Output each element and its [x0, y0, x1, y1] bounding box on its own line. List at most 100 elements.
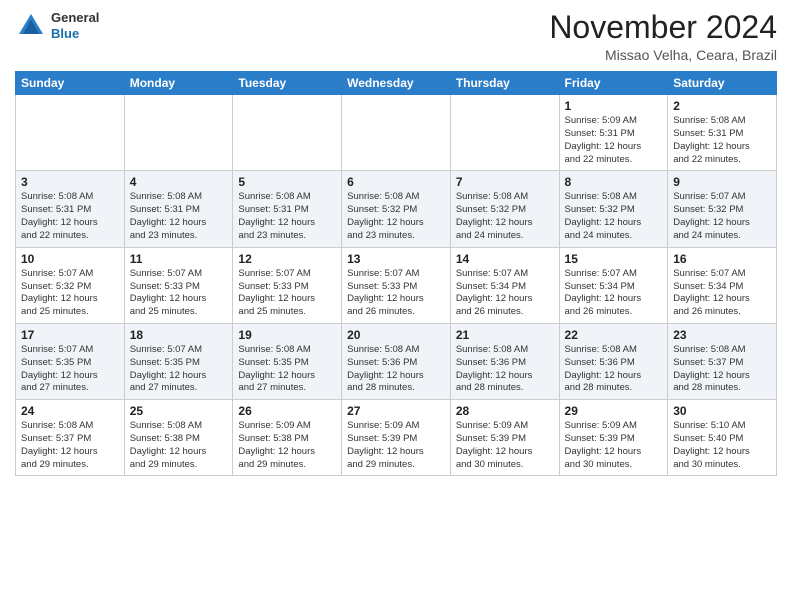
day-number: 17	[21, 328, 119, 342]
day-number: 6	[347, 175, 445, 189]
calendar-cell: 18 Sunrise: 5:07 AM Sunset: 5:35 PM Dayli…	[124, 323, 233, 399]
calendar-header-row: SundayMondayTuesdayWednesdayThursdayFrid…	[16, 72, 777, 95]
month-title: November 2024	[549, 10, 777, 45]
day-info: Sunrise: 5:08 AM Sunset: 5:35 PM Dayligh…	[238, 344, 336, 395]
day-info: Sunrise: 5:09 AM Sunset: 5:38 PM Dayligh…	[238, 420, 336, 471]
calendar-cell: 15Sunrise: 5:07 AM Sunset: 5:34 PM Dayli…	[559, 247, 668, 323]
calendar-cell: 16 Sunrise: 5:07 AM Sunset: 5:34 PM Dayli…	[668, 247, 777, 323]
calendar-week-row: 17 Sunrise: 5:07 AM Sunset: 5:35 PM Dayli…	[16, 323, 777, 399]
calendar-cell: 2 Sunrise: 5:08 AM Sunset: 5:31 PM Daylig…	[668, 95, 777, 171]
calendar-cell: 9 Sunrise: 5:07 AM Sunset: 5:32 PM Daylig…	[668, 171, 777, 247]
day-number: 9	[673, 175, 771, 189]
calendar-week-row: 10Sunrise: 5:07 AM Sunset: 5:32 PM Dayli…	[16, 247, 777, 323]
day-number: 27	[347, 404, 445, 418]
day-info: Sunrise: 5:09 AM Sunset: 5:39 PM Dayligh…	[565, 420, 663, 471]
day-number: 5	[238, 175, 336, 189]
day-number: 11	[130, 252, 228, 266]
day-number: 10	[21, 252, 119, 266]
calendar-cell: 3Sunrise: 5:08 AM Sunset: 5:31 PM Daylig…	[16, 171, 125, 247]
day-info: Sunrise: 5:08 AM Sunset: 5:32 PM Dayligh…	[456, 191, 554, 242]
day-info: Sunrise: 5:08 AM Sunset: 5:38 PM Dayligh…	[130, 420, 228, 471]
calendar-header-tuesday: Tuesday	[233, 72, 342, 95]
day-number: 12	[238, 252, 336, 266]
day-number: 2	[673, 99, 771, 113]
calendar-header-sunday: Sunday	[16, 72, 125, 95]
logo-general: General	[51, 10, 99, 26]
calendar-cell: 30Sunrise: 5:10 AM Sunset: 5:40 PM Dayli…	[668, 400, 777, 476]
day-info: Sunrise: 5:08 AM Sunset: 5:37 PM Dayligh…	[673, 344, 771, 395]
day-info: Sunrise: 5:07 AM Sunset: 5:32 PM Dayligh…	[673, 191, 771, 242]
day-info: Sunrise: 5:07 AM Sunset: 5:35 PM Dayligh…	[130, 344, 228, 395]
day-number: 26	[238, 404, 336, 418]
day-info: Sunrise: 5:09 AM Sunset: 5:39 PM Dayligh…	[347, 420, 445, 471]
day-number: 1	[565, 99, 663, 113]
calendar-cell	[16, 95, 125, 171]
calendar-header-wednesday: Wednesday	[342, 72, 451, 95]
calendar-cell: 20 Sunrise: 5:08 AM Sunset: 5:36 PM Dayli…	[342, 323, 451, 399]
calendar-cell: 5Sunrise: 5:08 AM Sunset: 5:31 PM Daylig…	[233, 171, 342, 247]
calendar-cell: 8 Sunrise: 5:08 AM Sunset: 5:32 PM Daylig…	[559, 171, 668, 247]
calendar-cell	[124, 95, 233, 171]
calendar-cell: 22Sunrise: 5:08 AM Sunset: 5:36 PM Dayli…	[559, 323, 668, 399]
calendar-cell: 7 Sunrise: 5:08 AM Sunset: 5:32 PM Daylig…	[450, 171, 559, 247]
day-info: Sunrise: 5:08 AM Sunset: 5:31 PM Dayligh…	[673, 115, 771, 166]
day-info: Sunrise: 5:09 AM Sunset: 5:39 PM Dayligh…	[456, 420, 554, 471]
day-number: 7	[456, 175, 554, 189]
day-info: Sunrise: 5:07 AM Sunset: 5:33 PM Dayligh…	[347, 268, 445, 319]
title-area: November 2024 Missao Velha, Ceara, Brazi…	[549, 10, 777, 63]
logo-blue: Blue	[51, 26, 99, 42]
calendar-cell: 13 Sunrise: 5:07 AM Sunset: 5:33 PM Dayli…	[342, 247, 451, 323]
day-number: 24	[21, 404, 119, 418]
day-number: 16	[673, 252, 771, 266]
day-info: Sunrise: 5:07 AM Sunset: 5:33 PM Dayligh…	[238, 268, 336, 319]
day-number: 21	[456, 328, 554, 342]
calendar-cell: 24 Sunrise: 5:08 AM Sunset: 5:37 PM Dayli…	[16, 400, 125, 476]
day-info: Sunrise: 5:08 AM Sunset: 5:37 PM Dayligh…	[21, 420, 119, 471]
day-number: 22	[565, 328, 663, 342]
calendar-cell: 29 Sunrise: 5:09 AM Sunset: 5:39 PM Dayli…	[559, 400, 668, 476]
calendar-week-row: 3Sunrise: 5:08 AM Sunset: 5:31 PM Daylig…	[16, 171, 777, 247]
day-number: 23	[673, 328, 771, 342]
day-info: Sunrise: 5:08 AM Sunset: 5:36 PM Dayligh…	[456, 344, 554, 395]
day-number: 8	[565, 175, 663, 189]
day-info: Sunrise: 5:07 AM Sunset: 5:34 PM Dayligh…	[456, 268, 554, 319]
logo: General Blue	[15, 10, 99, 42]
calendar-header-monday: Monday	[124, 72, 233, 95]
day-number: 19	[238, 328, 336, 342]
calendar-week-row: 1Sunrise: 5:09 AM Sunset: 5:31 PM Daylig…	[16, 95, 777, 171]
day-number: 4	[130, 175, 228, 189]
logo-text: General Blue	[51, 10, 99, 41]
day-number: 30	[673, 404, 771, 418]
day-info: Sunrise: 5:07 AM Sunset: 5:33 PM Dayligh…	[130, 268, 228, 319]
calendar-cell: 14Sunrise: 5:07 AM Sunset: 5:34 PM Dayli…	[450, 247, 559, 323]
calendar-header-thursday: Thursday	[450, 72, 559, 95]
day-info: Sunrise: 5:08 AM Sunset: 5:32 PM Dayligh…	[565, 191, 663, 242]
calendar-cell: 25Sunrise: 5:08 AM Sunset: 5:38 PM Dayli…	[124, 400, 233, 476]
logo-icon	[15, 10, 47, 42]
calendar-cell	[342, 95, 451, 171]
day-number: 13	[347, 252, 445, 266]
day-info: Sunrise: 5:08 AM Sunset: 5:36 PM Dayligh…	[347, 344, 445, 395]
day-number: 29	[565, 404, 663, 418]
calendar-cell	[450, 95, 559, 171]
day-info: Sunrise: 5:08 AM Sunset: 5:32 PM Dayligh…	[347, 191, 445, 242]
calendar-header-saturday: Saturday	[668, 72, 777, 95]
calendar-cell	[233, 95, 342, 171]
day-info: Sunrise: 5:08 AM Sunset: 5:31 PM Dayligh…	[130, 191, 228, 242]
day-number: 18	[130, 328, 228, 342]
calendar-cell: 10Sunrise: 5:07 AM Sunset: 5:32 PM Dayli…	[16, 247, 125, 323]
day-info: Sunrise: 5:07 AM Sunset: 5:35 PM Dayligh…	[21, 344, 119, 395]
calendar-cell: 23 Sunrise: 5:08 AM Sunset: 5:37 PM Dayli…	[668, 323, 777, 399]
calendar-cell: 19 Sunrise: 5:08 AM Sunset: 5:35 PM Dayli…	[233, 323, 342, 399]
location: Missao Velha, Ceara, Brazil	[549, 47, 777, 63]
day-number: 20	[347, 328, 445, 342]
calendar-cell: 28Sunrise: 5:09 AM Sunset: 5:39 PM Dayli…	[450, 400, 559, 476]
calendar-cell: 1Sunrise: 5:09 AM Sunset: 5:31 PM Daylig…	[559, 95, 668, 171]
day-number: 15	[565, 252, 663, 266]
calendar-cell: 6 Sunrise: 5:08 AM Sunset: 5:32 PM Daylig…	[342, 171, 451, 247]
calendar-cell: 12 Sunrise: 5:07 AM Sunset: 5:33 PM Dayli…	[233, 247, 342, 323]
page-container: General Blue November 2024 Missao Velha,…	[0, 0, 792, 484]
day-info: Sunrise: 5:07 AM Sunset: 5:34 PM Dayligh…	[673, 268, 771, 319]
calendar-week-row: 24 Sunrise: 5:08 AM Sunset: 5:37 PM Dayli…	[16, 400, 777, 476]
calendar-cell: 21 Sunrise: 5:08 AM Sunset: 5:36 PM Dayli…	[450, 323, 559, 399]
